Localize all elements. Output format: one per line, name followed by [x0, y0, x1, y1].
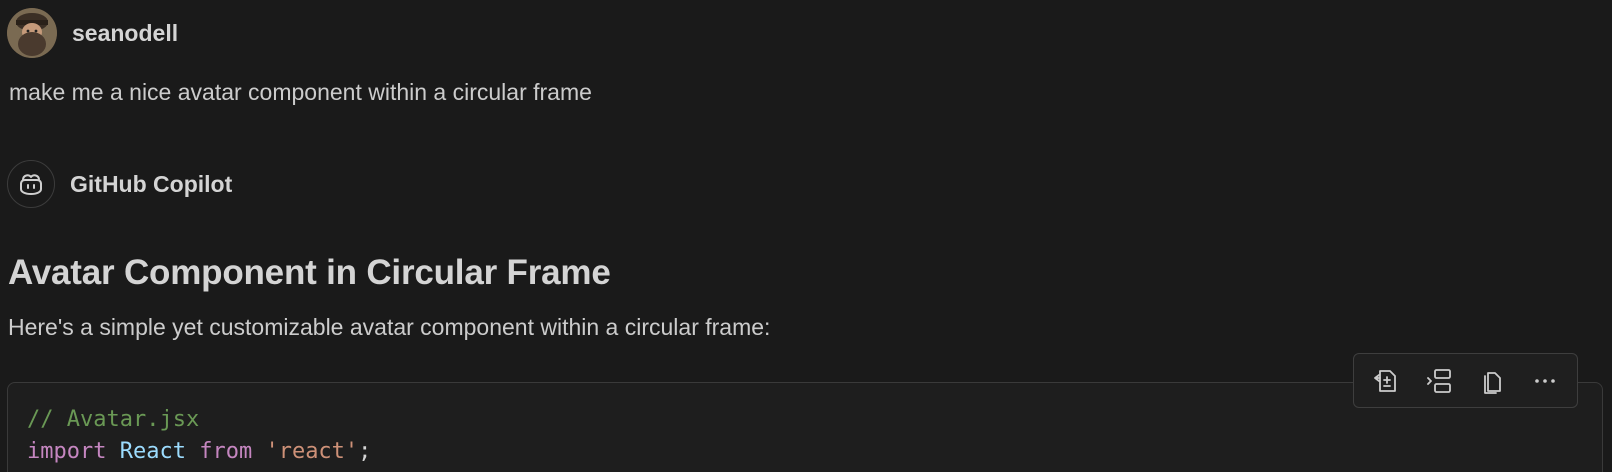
copilot-icon — [7, 160, 55, 208]
apply-in-editor-icon — [1374, 369, 1397, 392]
insert-at-cursor-button[interactable] — [1417, 359, 1461, 403]
insert-at-cursor-icon — [1427, 368, 1452, 393]
response-intro: Here's a simple yet customizable avatar … — [8, 314, 771, 340]
code-keyword-import: import — [27, 439, 107, 464]
user-message-header: seanodell — [7, 7, 178, 59]
code-comment: // Avatar.jsx — [27, 407, 200, 432]
code-content[interactable]: // Avatar.jsx import React from 'react'; — [27, 404, 371, 468]
assistant-message-header: GitHub Copilot — [7, 158, 232, 210]
code-line-1: // Avatar.jsx — [27, 404, 371, 436]
code-string: 'react' — [265, 439, 359, 464]
code-line-2: import React from 'react'; — [27, 436, 371, 468]
user-message-text: make me a nice avatar component within a… — [9, 79, 592, 105]
copy-button[interactable] — [1470, 359, 1514, 403]
response-heading: Avatar Component in Circular Frame — [8, 253, 611, 292]
chat-panel: seanodell make me a nice avatar componen… — [0, 0, 1612, 472]
user-name: seanodell — [72, 19, 179, 46]
code-block-toolbar — [1353, 353, 1578, 408]
copy-icon — [1483, 371, 1501, 394]
apply-in-editor-button[interactable] — [1364, 359, 1408, 403]
code-keyword-from: from — [199, 439, 253, 464]
code-punct: ; — [358, 439, 372, 464]
more-actions-button[interactable] — [1523, 359, 1567, 403]
more-actions-icon — [1534, 378, 1555, 383]
assistant-name: GitHub Copilot — [70, 170, 233, 197]
code-identifier: React — [119, 439, 186, 464]
avatar-photo-icon — [7, 8, 57, 58]
user-avatar[interactable] — [7, 8, 57, 58]
